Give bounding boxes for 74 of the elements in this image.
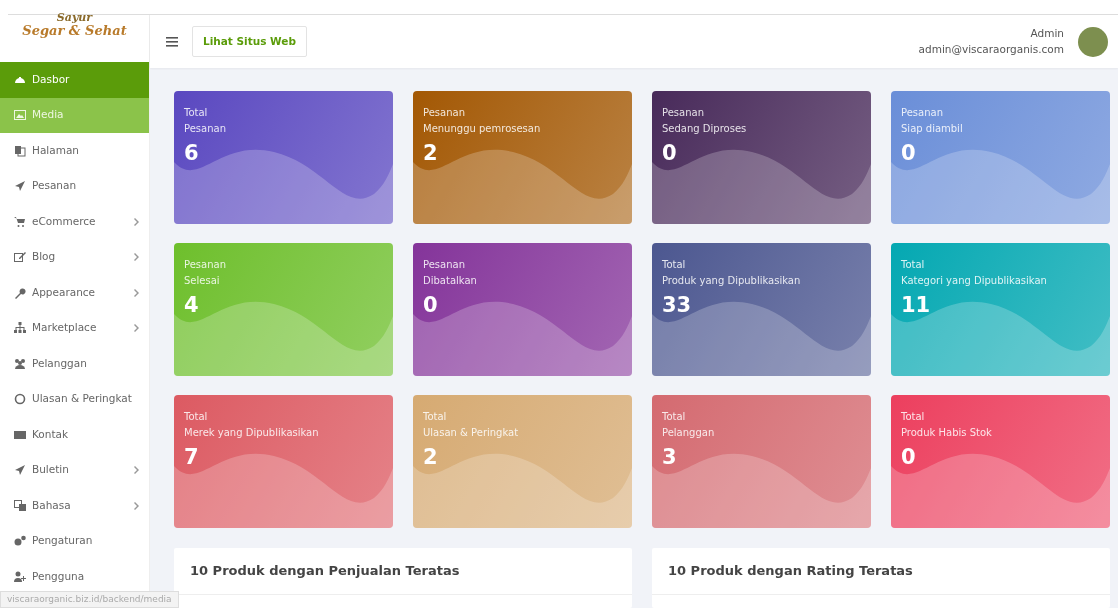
panel-title: 10 Produk dengan Rating Teratas — [652, 548, 1110, 595]
logo-text: Segar & Sehat — [22, 24, 127, 39]
stat-label: Total — [662, 410, 687, 424]
sidebar-item[interactable]: Bahasa — [0, 488, 149, 524]
chevron-right-icon — [134, 253, 139, 262]
stat-value: 2 — [423, 140, 439, 167]
stat-value: 0 — [423, 292, 439, 319]
stat-value: 2 — [423, 444, 439, 471]
stat-label: Pesanan — [423, 106, 466, 120]
stat-value: 6 — [184, 140, 200, 167]
sidebar-item[interactable]: Ulasan & Peringkat — [0, 381, 149, 417]
sidebar-item[interactable]: Pengaturan — [0, 523, 149, 559]
user-email: admin@viscaraorganis.com — [918, 41, 1064, 57]
stat-label: Pesanan — [184, 258, 227, 272]
sidebar-item[interactable]: Appearance — [0, 275, 149, 311]
menu-icon[interactable] — [166, 36, 178, 47]
panel-title: 10 Produk dengan Penjualan Teratas — [174, 548, 632, 595]
stat-label: Total — [901, 258, 926, 272]
image-icon — [14, 109, 26, 122]
logo-text: Sayur — [56, 12, 93, 25]
view-site-button[interactable]: Lihat Situs Web — [192, 25, 307, 58]
paper-plane-icon — [14, 464, 26, 477]
stat-label: Menunggu pemrosesan — [423, 121, 542, 136]
stat-label: Dibatalkan — [423, 273, 478, 288]
sidebar-item[interactable]: Buletin — [0, 452, 149, 488]
sidebar-item[interactable]: Halaman — [0, 133, 149, 169]
chevron-right-icon — [134, 324, 139, 333]
stat-value: 3 — [662, 444, 678, 471]
stat-label: Produk yang Dipublikasikan — [662, 273, 802, 288]
stat-label: Pelanggan — [662, 425, 716, 440]
stat-label: Ulasan & Peringkat — [423, 425, 520, 440]
stat-label: Sedang Diproses — [662, 121, 748, 136]
stat-value: 0 — [901, 444, 917, 471]
avatar-image[interactable] — [1078, 26, 1108, 57]
stat-label: Siap diambil — [901, 121, 964, 136]
stat-value: 4 — [184, 292, 200, 319]
stat-label: Pesanan — [901, 106, 944, 120]
stat-value: 0 — [901, 140, 917, 167]
stat-label: Total — [662, 258, 687, 272]
stat-label: Pesanan — [423, 258, 466, 272]
stat-label: Pesanan — [184, 121, 227, 136]
wrench-icon — [14, 286, 26, 299]
user-plus-icon — [14, 570, 26, 583]
chevron-right-icon — [134, 288, 139, 297]
stat-label: Merek yang Dipublikasikan — [184, 425, 320, 440]
sidebar-item[interactable]: Kontak — [0, 417, 149, 453]
sidebar-item[interactable]: Blog — [0, 239, 149, 275]
sidebar-item[interactable]: Marketplace — [0, 310, 149, 346]
stat-label: Total — [423, 410, 448, 424]
stat-label: Pesanan — [662, 106, 705, 120]
paper-plane-icon — [14, 180, 26, 193]
chevron-right-icon — [134, 501, 139, 510]
sitemap-icon — [14, 322, 26, 335]
users-icon — [14, 357, 26, 370]
sidebar-item[interactable]: Pelanggan — [0, 346, 149, 382]
stat-label: Selesai — [184, 273, 221, 288]
stat-label: Kategori yang Dipublikasikan — [901, 273, 1048, 288]
stat-label: Total — [184, 106, 209, 120]
sidebar-item[interactable]: Pesanan — [0, 168, 149, 204]
stat-label: Total — [901, 410, 926, 424]
chevron-right-icon — [134, 466, 139, 475]
stat-value: 0 — [662, 140, 678, 167]
stat-value: 11 — [901, 292, 932, 319]
stat-label: Total — [184, 410, 209, 424]
cart-icon — [14, 215, 26, 228]
pencil-icon — [14, 251, 26, 264]
stat-label: Produk Habis Stok — [901, 425, 993, 440]
stat-value: 7 — [184, 444, 200, 471]
pages-icon — [14, 144, 26, 157]
sidebar-item[interactable]: Dasbor — [0, 62, 149, 98]
chevron-right-icon — [134, 217, 139, 226]
sidebar-item[interactable]: eCommerce — [0, 204, 149, 240]
stat-value: 33 — [662, 292, 693, 319]
user-name: Admin — [1029, 25, 1064, 41]
